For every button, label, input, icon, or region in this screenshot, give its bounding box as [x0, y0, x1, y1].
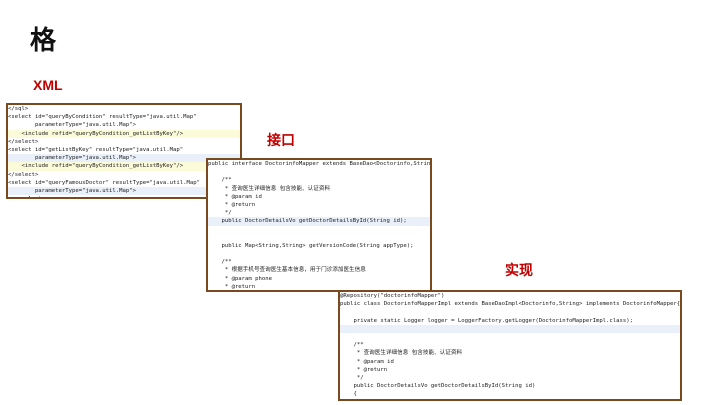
- impl-code-screenshot: @Repository("doctorinfoMapper") public cl…: [338, 290, 682, 401]
- code-line: * @return: [340, 366, 388, 373]
- code-line: public class DoctorinfoMapperImpl extend…: [340, 301, 681, 308]
- interface-label: 接口: [267, 132, 295, 148]
- code-line: * @param phone: [208, 275, 272, 282]
- code-line: * @return: [208, 201, 256, 208]
- code-line: */: [208, 210, 232, 217]
- code-line: public DoctorDetailsVo getDoctorDetailsB…: [208, 217, 430, 226]
- code-line: private static Logger logger = LoggerFac…: [340, 317, 633, 324]
- code-line: @Repository("doctorinfoMapper"): [340, 293, 445, 299]
- code-line: */: [340, 374, 364, 381]
- code-line: * 查询医生详细信息 包含技能、认证资料: [340, 350, 463, 357]
- code-line: <select id="queryByCondition" resultType…: [8, 114, 197, 121]
- code-line: /**: [340, 342, 364, 349]
- code-line: public interface DoctorinfoMapper extend…: [208, 161, 432, 167]
- code-line: </select>: [8, 138, 39, 145]
- page-title: 格: [30, 25, 57, 55]
- code-line: /**: [208, 177, 232, 184]
- code-line: * 根据手机号查询医生基本信息，用于门诊添加医生信息: [208, 267, 366, 274]
- code-line: [340, 324, 680, 333]
- xml-label: XML: [33, 77, 63, 93]
- code-line: * 查询医生详细信息 包含技能、认证资料: [208, 185, 331, 192]
- code-line: </sql>: [8, 106, 29, 112]
- code-line: public DoctorDetailsVo getDoctorDetailsB…: [340, 383, 536, 390]
- code-line: * @param id: [340, 358, 394, 365]
- code-line: * @param id: [208, 193, 262, 200]
- code-line: {: [340, 391, 357, 398]
- code-line: parameterType="java.util.Map">: [8, 122, 136, 129]
- code-line: return getSqlSession().selectOne("doctor…: [340, 398, 680, 399]
- code-line: <include refid="queryByCondition_getList…: [8, 129, 240, 138]
- code-line: <select id="getListByKey" resultType="ja…: [8, 146, 184, 153]
- code-line: public Map<String,String> getVersionCode…: [208, 242, 414, 249]
- impl-label: 实现: [505, 262, 533, 278]
- interface-code-screenshot: public interface DoctorinfoMapper extend…: [206, 158, 432, 292]
- code-line: /**: [208, 259, 232, 266]
